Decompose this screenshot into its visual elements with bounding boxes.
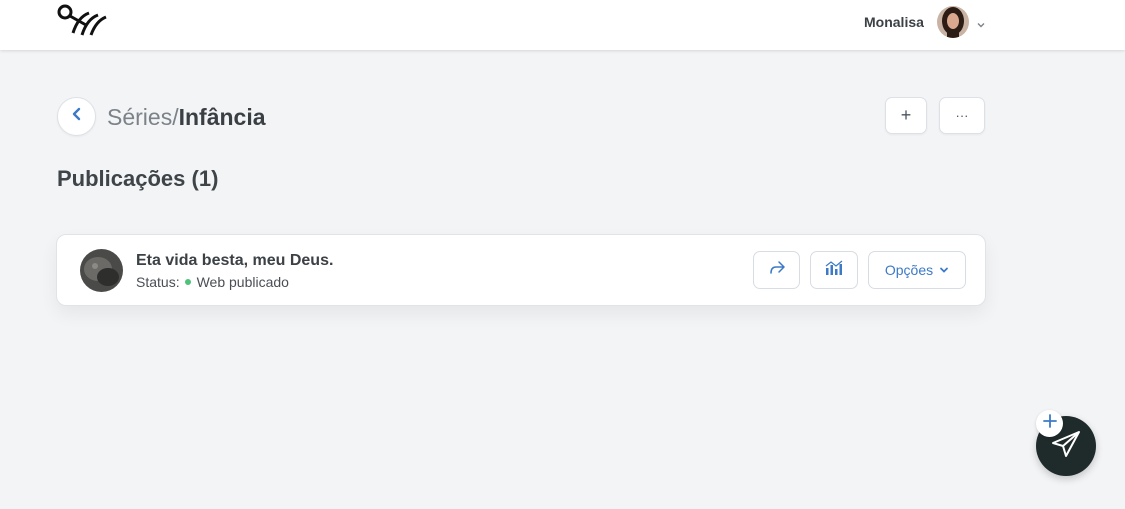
ellipsis-icon: ···	[955, 108, 969, 123]
options-label: Opções	[884, 262, 934, 278]
publication-status: Status: Web publicado	[136, 274, 289, 290]
chevron-down-icon[interactable]	[976, 17, 986, 28]
status-label: Status:	[136, 274, 180, 290]
avatar[interactable]	[936, 6, 969, 38]
add-button[interactable]: +	[885, 97, 927, 134]
breadcrumb-parent[interactable]: Séries	[107, 104, 172, 130]
user-name: Monalisa	[864, 14, 924, 30]
brand-logo[interactable]	[56, 3, 110, 39]
fab-add-button[interactable]	[1036, 410, 1063, 437]
more-options-button[interactable]: ···	[939, 97, 985, 134]
stats-button[interactable]	[810, 251, 858, 289]
page-header: Séries/Infância + ···	[57, 97, 985, 136]
publication-thumbnail[interactable]	[80, 249, 123, 292]
section-title: Publicações (1)	[57, 166, 219, 191]
plus-icon	[1042, 414, 1057, 433]
top-bar: Monalisa	[0, 0, 1125, 50]
chevron-down-icon	[940, 267, 949, 273]
publication-title[interactable]: Eta vida besta, meu Deus.	[136, 252, 333, 270]
user-menu[interactable]: Monalisa	[864, 6, 986, 38]
share-icon	[768, 260, 786, 281]
plus-icon: +	[900, 105, 912, 125]
back-button[interactable]	[57, 97, 96, 136]
status-dot-icon	[184, 279, 191, 285]
stats-icon	[825, 260, 843, 281]
options-dropdown[interactable]: Opções	[868, 251, 966, 289]
share-button[interactable]	[753, 251, 800, 289]
status-value: Web publicado	[196, 274, 289, 290]
back-arrow-icon	[70, 107, 84, 126]
list-item: Eta vida besta, meu Deus. Status: Web pu…	[56, 234, 986, 306]
breadcrumb: Séries/Infância	[107, 103, 266, 131]
page-title: Infância	[178, 104, 266, 130]
